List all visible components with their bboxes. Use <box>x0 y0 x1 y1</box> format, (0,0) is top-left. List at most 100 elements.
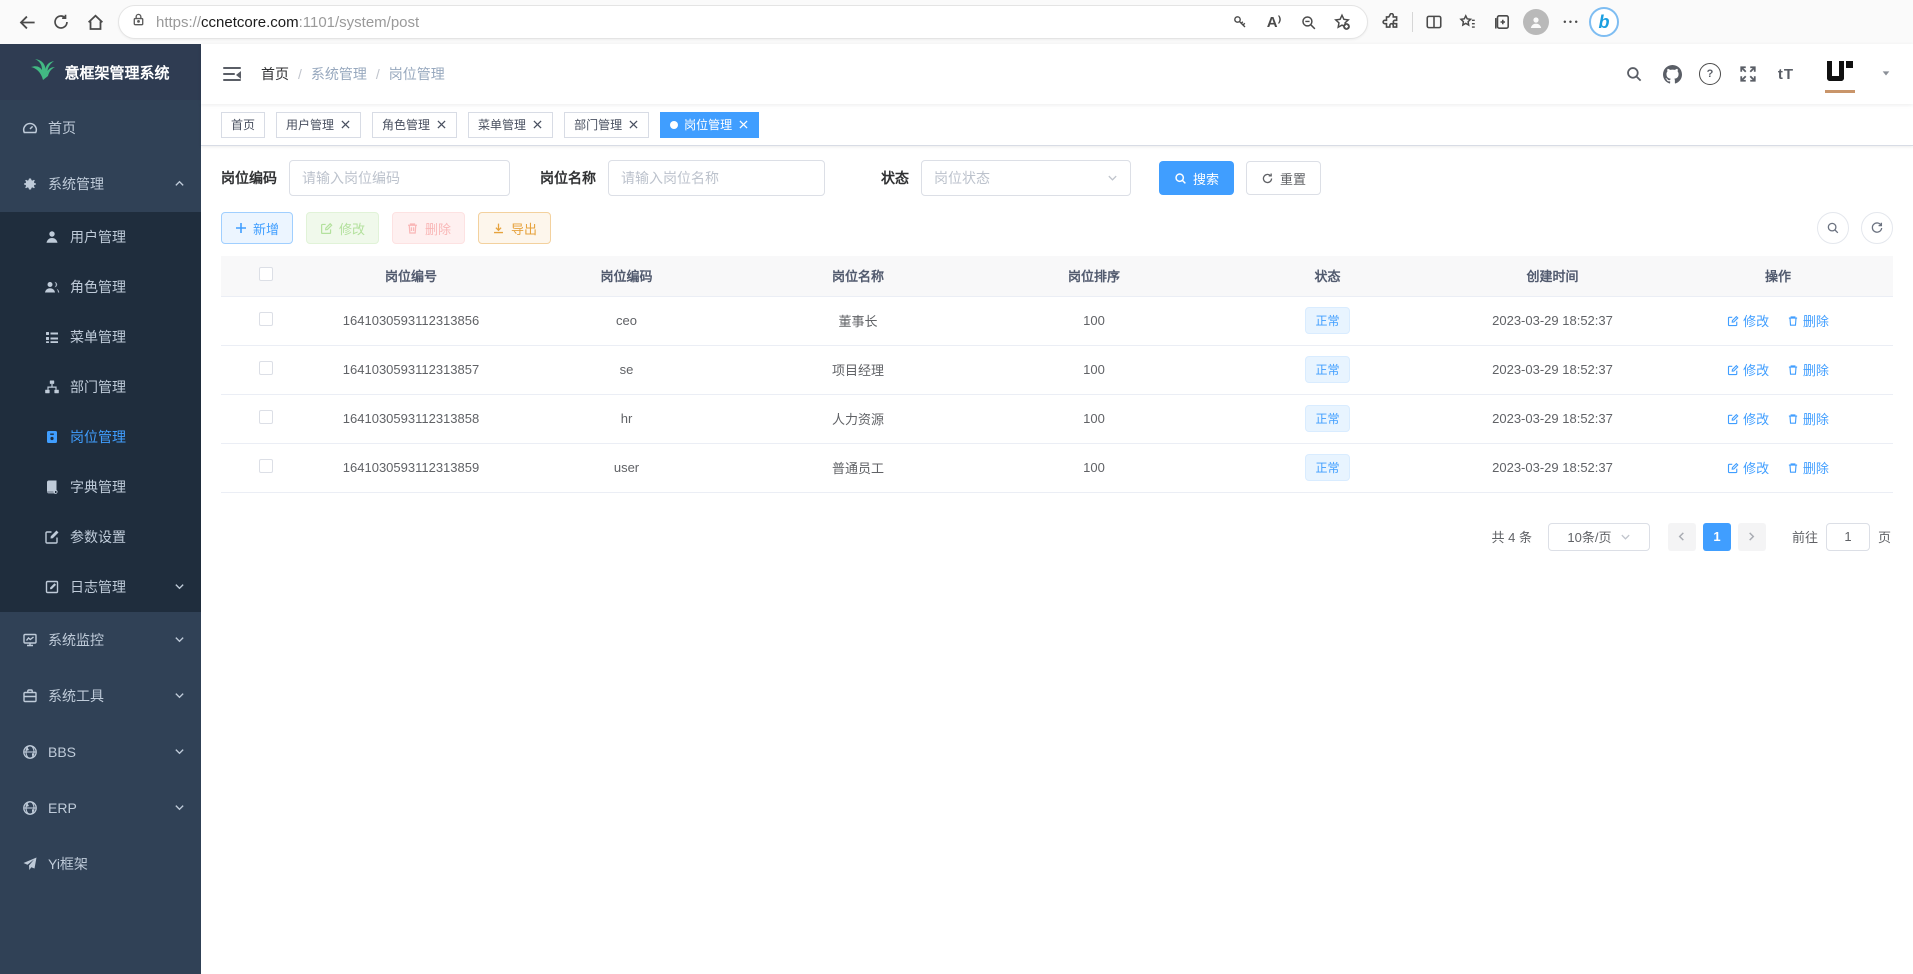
lock-icon <box>131 12 146 32</box>
sidebar-collapse-icon[interactable] <box>223 67 241 81</box>
next-page-button[interactable] <box>1738 523 1766 551</box>
sidebar-item-users[interactable]: 用户管理 <box>0 212 201 262</box>
toggle-search-icon[interactable] <box>1817 212 1849 244</box>
sidebar-item-dictionary[interactable]: 字典管理 <box>0 462 201 512</box>
github-icon[interactable] <box>1661 63 1683 85</box>
refresh-icon[interactable] <box>44 5 78 39</box>
breadcrumb-home[interactable]: 首页 <box>261 64 289 84</box>
logo-leaf-icon <box>31 59 55 86</box>
zoom-out-icon[interactable] <box>1291 5 1325 39</box>
bing-icon[interactable] <box>1587 5 1621 39</box>
user-avatar[interactable] <box>1823 59 1857 89</box>
sidebar-item-erp[interactable]: ERP <box>0 780 201 836</box>
goto-page-input[interactable] <box>1826 523 1870 551</box>
row-delete-button[interactable]: 删除 <box>1787 409 1829 428</box>
breadcrumb-separator: / <box>298 66 302 82</box>
breadcrumb-separator: / <box>376 66 380 82</box>
row-checkbox[interactable] <box>259 459 273 473</box>
post-name-input[interactable] <box>608 160 825 196</box>
caret-down-icon[interactable] <box>1881 65 1891 83</box>
read-aloud-icon[interactable] <box>1257 5 1291 39</box>
row-edit-button[interactable]: 修改 <box>1727 409 1769 428</box>
sidebar: 意框架管理系统 首页 系统管理 <box>0 44 201 974</box>
sidebar-item-posts[interactable]: 岗位管理 <box>0 412 201 462</box>
home-icon[interactable] <box>78 5 112 39</box>
sidebar-item-label: 角色管理 <box>70 277 185 297</box>
table-row[interactable]: 1641030593112313858 hr 人力资源 100 正常 2023-… <box>221 394 1893 443</box>
more-icon[interactable] <box>1553 5 1587 39</box>
tab-user-mgmt[interactable]: 用户管理 <box>276 112 361 138</box>
collections-icon[interactable] <box>1485 5 1519 39</box>
status-select[interactable]: 岗位状态 <box>921 160 1131 196</box>
tab-menu-mgmt[interactable]: 菜单管理 <box>468 112 553 138</box>
address-bar[interactable]: https://ccnetcore.com:1101/system/post <box>118 5 1368 39</box>
row-edit-button[interactable]: 修改 <box>1727 360 1769 379</box>
key-icon[interactable] <box>1223 5 1257 39</box>
close-icon[interactable] <box>436 119 447 130</box>
search-icon[interactable] <box>1623 63 1645 85</box>
post-name-label: 岗位名称 <box>540 168 596 188</box>
row-delete-label: 删除 <box>1803 409 1829 428</box>
sidebar-item-home[interactable]: 首页 <box>0 100 201 156</box>
refresh-table-icon[interactable] <box>1861 212 1893 244</box>
delete-button[interactable]: 删除 <box>392 212 465 244</box>
sidebar-item-system[interactable]: 系统管理 <box>0 156 201 212</box>
sidebar-item-logs[interactable]: 日志管理 <box>0 562 201 612</box>
tab-dept-mgmt[interactable]: 部门管理 <box>564 112 649 138</box>
post-code-input[interactable] <box>289 160 510 196</box>
fullscreen-icon[interactable] <box>1737 63 1759 85</box>
back-icon[interactable] <box>10 5 44 39</box>
prev-page-button[interactable] <box>1668 523 1696 551</box>
extensions-icon[interactable] <box>1374 5 1408 39</box>
row-edit-label: 修改 <box>1743 458 1769 477</box>
row-delete-label: 删除 <box>1803 360 1829 379</box>
active-dot <box>670 121 678 129</box>
font-size-icon[interactable] <box>1775 63 1797 85</box>
edit-button[interactable]: 修改 <box>306 212 379 244</box>
sidebar-item-monitor[interactable]: 系统监控 <box>0 612 201 668</box>
app-logo[interactable]: 意框架管理系统 <box>0 44 201 100</box>
profile-icon[interactable] <box>1519 5 1553 39</box>
sidebar-item-bbs[interactable]: BBS <box>0 724 201 780</box>
close-icon[interactable] <box>628 119 639 130</box>
row-edit-button[interactable]: 修改 <box>1727 311 1769 330</box>
close-icon[interactable] <box>738 119 749 130</box>
cell-created: 2023-03-29 18:52:37 <box>1442 443 1663 492</box>
sidebar-item-parameters[interactable]: 参数设置 <box>0 512 201 562</box>
split-screen-icon[interactable] <box>1417 5 1451 39</box>
row-delete-button[interactable]: 删除 <box>1787 360 1829 379</box>
tab-post-mgmt[interactable]: 岗位管理 <box>660 112 759 138</box>
row-checkbox[interactable] <box>259 361 273 375</box>
row-checkbox[interactable] <box>259 312 273 326</box>
search-button[interactable]: 搜索 <box>1159 161 1234 195</box>
table-row[interactable]: 1641030593112313857 se 项目经理 100 正常 2023-… <box>221 345 1893 394</box>
url-text[interactable]: https://ccnetcore.com:1101/system/post <box>156 14 1223 31</box>
close-icon[interactable] <box>340 119 351 130</box>
sidebar-item-departments[interactable]: 部门管理 <box>0 362 201 412</box>
select-all-checkbox[interactable] <box>259 267 273 281</box>
favorite-add-icon[interactable] <box>1325 5 1359 39</box>
col-post-name: 岗位名称 <box>741 256 975 296</box>
tab-role-mgmt[interactable]: 角色管理 <box>372 112 457 138</box>
sidebar-item-tools[interactable]: 系统工具 <box>0 668 201 724</box>
cell-post-sort: 100 <box>975 443 1213 492</box>
cell-created: 2023-03-29 18:52:37 <box>1442 296 1663 345</box>
table-row[interactable]: 1641030593112313856 ceo 董事长 100 正常 2023-… <box>221 296 1893 345</box>
sidebar-item-yi-framework[interactable]: Yi框架 <box>0 836 201 892</box>
sidebar-item-menus[interactable]: 菜单管理 <box>0 312 201 362</box>
table-row[interactable]: 1641030593112313859 user 普通员工 100 正常 202… <box>221 443 1893 492</box>
tab-home[interactable]: 首页 <box>221 112 265 138</box>
add-button[interactable]: 新增 <box>221 212 293 244</box>
favorites-bar-icon[interactable] <box>1451 5 1485 39</box>
row-delete-button[interactable]: 删除 <box>1787 458 1829 477</box>
row-checkbox[interactable] <box>259 410 273 424</box>
export-button[interactable]: 导出 <box>478 212 551 244</box>
close-icon[interactable] <box>532 119 543 130</box>
page-1-button[interactable]: 1 <box>1703 523 1731 551</box>
row-delete-button[interactable]: 删除 <box>1787 311 1829 330</box>
reset-button[interactable]: 重置 <box>1246 161 1321 195</box>
row-edit-button[interactable]: 修改 <box>1727 458 1769 477</box>
page-size-select[interactable]: 10条/页 <box>1548 523 1650 551</box>
sidebar-item-roles[interactable]: 角色管理 <box>0 262 201 312</box>
help-icon[interactable] <box>1699 63 1721 85</box>
